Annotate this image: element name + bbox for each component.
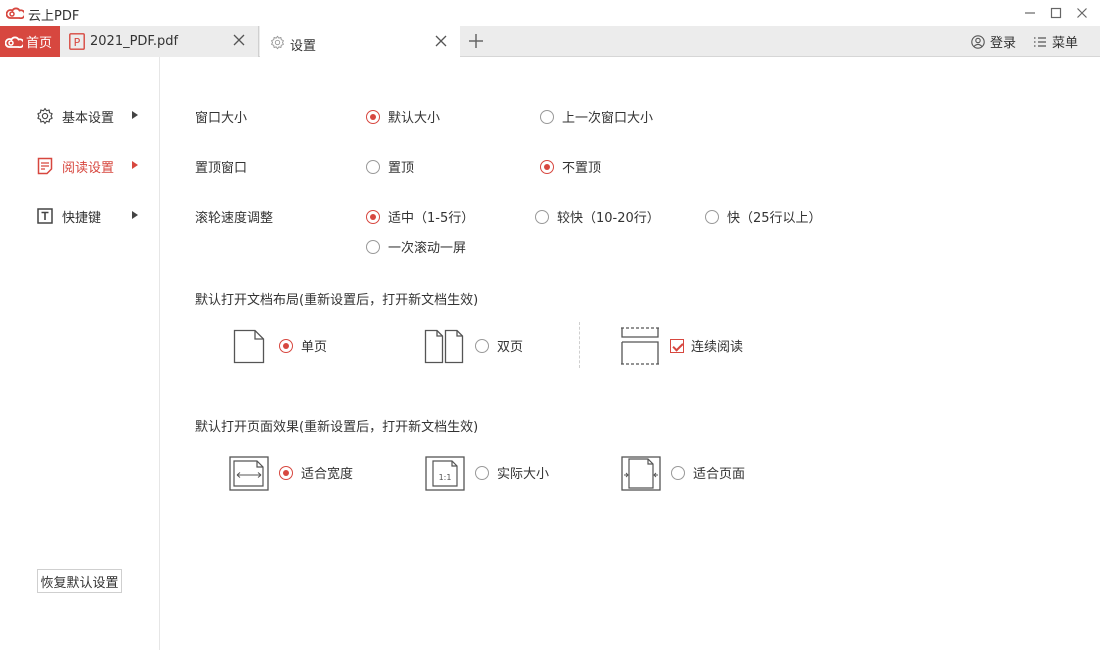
radio-label: 一次滚动一屏 xyxy=(388,241,467,256)
radio-scroll-medium[interactable]: 适中（1-5行） xyxy=(366,207,474,226)
add-tab-icon[interactable] xyxy=(466,31,486,51)
continuous-reading-checkbox[interactable]: 连续阅读 xyxy=(670,336,743,355)
radio-single-page[interactable]: 单页 xyxy=(279,336,327,355)
radio-label: 默认大小 xyxy=(388,111,441,126)
radio-indicator xyxy=(671,465,685,480)
svg-text:1:1: 1:1 xyxy=(439,473,452,482)
menu-label: 菜单 xyxy=(1052,36,1079,51)
cloud-logo-icon xyxy=(6,7,24,19)
gear-icon xyxy=(36,107,54,125)
svg-text:P: P xyxy=(74,36,81,49)
gear-icon xyxy=(271,35,284,50)
radio-indicator xyxy=(366,159,380,174)
checkbox-indicator xyxy=(670,338,684,353)
radio-scroll-fast[interactable]: 较快（10-20行） xyxy=(535,207,660,226)
radio-label: 双页 xyxy=(497,340,524,355)
tab-file[interactable]: P 2021_PDF.pdf xyxy=(60,26,259,57)
radio-label: 快（25行以上） xyxy=(727,211,822,226)
restore-defaults-button[interactable]: 恢复默认设置 xyxy=(37,569,122,593)
actual-size-icon: 1:1 xyxy=(425,456,465,491)
caret-right-icon xyxy=(132,161,138,169)
maximize-button[interactable] xyxy=(1046,3,1066,23)
tab-settings[interactable]: 设置 xyxy=(260,26,460,58)
radio-fit-page[interactable]: 适合页面 xyxy=(671,463,745,482)
continuous-reading-icon xyxy=(621,327,659,365)
single-page-icon xyxy=(233,329,265,364)
radio-pin-top[interactable]: 置顶 xyxy=(366,157,414,176)
app-title: 云上PDF xyxy=(28,9,80,24)
login-label: 登录 xyxy=(990,36,1017,51)
radio-label: 较快（10-20行） xyxy=(557,211,660,226)
radio-default-size[interactable]: 默认大小 xyxy=(366,107,440,126)
radio-label: 不置顶 xyxy=(562,161,602,176)
radio-label: 单页 xyxy=(301,340,328,355)
tab-file-label: 2021_PDF.pdf xyxy=(90,34,179,49)
radio-scroll-fastest[interactable]: 快（25行以上） xyxy=(705,207,822,226)
tab-settings-label: 设置 xyxy=(290,39,317,54)
close-window-button[interactable] xyxy=(1072,3,1092,23)
user-icon xyxy=(971,34,985,49)
tab-home[interactable]: 首页 xyxy=(0,26,60,57)
radio-fit-width[interactable]: 适合宽度 xyxy=(279,463,353,482)
radio-indicator xyxy=(366,209,380,224)
page-effect-section-title: 默认打开页面效果(重新设置后，打开新文档生效) xyxy=(195,420,479,435)
document-icon xyxy=(36,157,54,175)
sidebar-item-label: 阅读设置 xyxy=(62,160,115,176)
radio-label: 上一次窗口大小 xyxy=(562,111,654,126)
radio-no-pin[interactable]: 不置顶 xyxy=(540,157,601,176)
cloud-icon xyxy=(5,36,23,48)
close-icon xyxy=(1077,8,1087,18)
pin-window-label: 置顶窗口 xyxy=(195,161,248,176)
radio-indicator xyxy=(366,109,380,124)
caret-right-icon xyxy=(132,211,138,219)
window-size-label: 窗口大小 xyxy=(195,111,248,126)
caret-right-icon xyxy=(132,111,138,119)
tab-bar: 首页 P 2021_PDF.pdf 设置 登录 菜单 xyxy=(0,26,1100,58)
maximize-icon xyxy=(1050,7,1062,19)
close-tab-icon[interactable] xyxy=(232,33,246,47)
radio-indicator xyxy=(705,209,719,224)
sidebar-item-basic[interactable]: 基本设置 xyxy=(36,106,146,126)
sidebar-item-shortcuts[interactable]: 快捷键 xyxy=(36,206,146,226)
minimize-button[interactable] xyxy=(1020,3,1040,23)
radio-indicator xyxy=(279,338,293,353)
radio-indicator xyxy=(475,465,489,480)
sidebar-item-reading[interactable]: 阅读设置 xyxy=(36,156,146,176)
login-button[interactable]: 登录 xyxy=(971,26,1016,57)
double-page-icon xyxy=(424,329,464,364)
layout-section-title: 默认打开文档布局(重新设置后，打开新文档生效) xyxy=(195,293,479,308)
radio-label: 实际大小 xyxy=(497,467,550,482)
sidebar-item-label: 基本设置 xyxy=(62,110,115,126)
radio-indicator xyxy=(366,239,380,254)
pdf-file-icon: P xyxy=(69,33,85,50)
radio-indicator xyxy=(279,465,293,480)
close-tab-icon[interactable] xyxy=(434,34,448,48)
sidebar-item-label: 快捷键 xyxy=(62,210,102,226)
radio-scroll-page[interactable]: 一次滚动一屏 xyxy=(366,237,466,256)
radio-label: 置顶 xyxy=(388,161,415,176)
radio-label: 适合页面 xyxy=(693,467,746,482)
radio-indicator xyxy=(535,209,549,224)
radio-actual-size[interactable]: 实际大小 xyxy=(475,463,549,482)
radio-label: 适中（1-5行） xyxy=(388,211,475,226)
minimize-icon xyxy=(1025,12,1035,14)
radio-double-page[interactable]: 双页 xyxy=(475,336,523,355)
radio-last-size[interactable]: 上一次窗口大小 xyxy=(540,107,653,126)
fit-page-icon xyxy=(621,456,661,491)
section-divider xyxy=(579,322,580,368)
menu-button[interactable]: 菜单 xyxy=(1033,26,1078,57)
text-box-icon xyxy=(36,207,54,225)
checkbox-label: 连续阅读 xyxy=(691,340,744,355)
tab-home-label: 首页 xyxy=(26,36,53,51)
settings-sidebar: 基本设置 阅读设置 快捷键 恢复默认设置 xyxy=(0,57,160,650)
scroll-speed-label: 滚轮速度调整 xyxy=(195,211,274,226)
fit-width-icon xyxy=(229,456,269,491)
menu-icon xyxy=(1034,36,1046,47)
radio-indicator xyxy=(540,109,554,124)
radio-indicator xyxy=(540,159,554,174)
radio-indicator xyxy=(475,338,489,353)
title-bar: 云上PDF xyxy=(0,0,1100,26)
radio-label: 适合宽度 xyxy=(301,467,354,482)
